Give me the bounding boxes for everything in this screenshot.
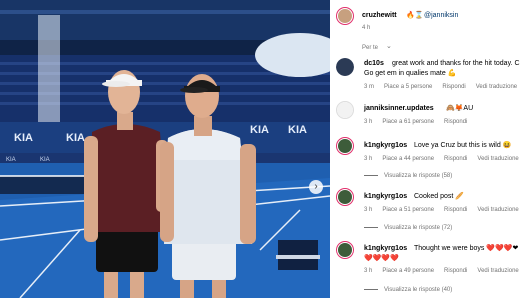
- translate-link[interactable]: Vedi traduzione: [477, 156, 518, 162]
- comment-username[interactable]: janniksinner.updates: [364, 104, 434, 113]
- comment-text: Cooked post 🥖: [414, 193, 464, 200]
- comment-time: 3 h: [364, 156, 373, 162]
- comment-username[interactable]: dc10s: [364, 59, 384, 68]
- chevron-right-icon[interactable]: ›: [309, 180, 323, 194]
- svg-text:KIA: KIA: [250, 124, 269, 136]
- commenter-avatar[interactable]: [336, 101, 354, 119]
- comments-panel: cruzhewitt 🔥⌛ @janniksin 4 h Per te ⌄ dc…: [330, 0, 528, 298]
- comment-username[interactable]: k1ngkyrg1os: [364, 192, 407, 201]
- comment-likes[interactable]: Piace a 61 persone: [382, 119, 434, 125]
- comment-time: 3 h: [364, 119, 373, 125]
- commenter-avatar[interactable]: [336, 188, 354, 206]
- comment-likes[interactable]: Piace a 44 persone: [382, 156, 434, 162]
- post-photo: KIA KIA KIA KIA KIA KIA ›: [0, 0, 330, 298]
- commenter-avatar[interactable]: [336, 58, 354, 76]
- commenter-avatar[interactable]: [336, 137, 354, 155]
- comment-time: 3 m: [364, 84, 375, 90]
- reply-link[interactable]: Rispondi: [444, 156, 467, 162]
- svg-text:KIA: KIA: [40, 157, 50, 163]
- comment-text-continued: ❤️❤️❤️❤️: [364, 255, 399, 262]
- comment-username[interactable]: k1ngkyrg1os: [364, 141, 407, 150]
- commenter-avatar[interactable]: [336, 241, 354, 259]
- chevron-down-icon[interactable]: ⌄: [386, 43, 392, 51]
- comment-meta: 3 m Piace a 5 persone Rispondi Vedi traduzi…: [364, 83, 527, 91]
- comment-text: Love ya Cruz but this is wild 😆: [414, 142, 512, 149]
- comment-likes[interactable]: Piace a 51 persone: [382, 207, 434, 213]
- reply-link[interactable]: Rispondi: [442, 84, 465, 90]
- view-replies-button[interactable]: Visualizza le risposte (40): [364, 286, 452, 294]
- comment-username[interactable]: k1ngkyrg1os: [364, 244, 407, 253]
- svg-text:KIA: KIA: [14, 132, 33, 144]
- comment-meta: 3 h Piace a 49 persone Rispondi Vedi traduz…: [364, 267, 528, 275]
- tennis-court-illustration: KIA KIA KIA KIA KIA KIA: [0, 0, 330, 298]
- comment-text: 🙈🦊AU: [446, 105, 474, 112]
- comment-text-continued: Go get em in qualies mate 💪: [364, 70, 457, 77]
- mention-link[interactable]: @janniksin: [424, 11, 458, 20]
- translation-label: Per te: [362, 45, 379, 51]
- svg-text:KIA: KIA: [6, 157, 16, 163]
- author-badges: 🔥⌛: [406, 12, 424, 19]
- comment-meta: 3 h Piace a 51 persone Rispondi Vedi traduz…: [364, 206, 528, 214]
- view-replies-button[interactable]: Visualizza le risposte (58): [364, 172, 452, 180]
- comment-text: great work and thanks for the hit today.…: [392, 60, 520, 67]
- comment-time: 3 h: [364, 268, 373, 274]
- reply-link[interactable]: Rispondi: [444, 207, 467, 213]
- reply-link[interactable]: Rispondi: [444, 268, 467, 274]
- author-username[interactable]: cruzhewitt: [362, 11, 397, 20]
- translate-link[interactable]: Vedi traduzione: [476, 84, 517, 90]
- comment-meta: 3 h Piace a 61 persone Rispondi: [364, 118, 477, 126]
- translate-link[interactable]: Vedi traduzione: [477, 268, 518, 274]
- comment-meta: 3 h Piace a 44 persone Rispondi Vedi traduz…: [364, 155, 528, 163]
- author-avatar[interactable]: [336, 7, 354, 25]
- post-time: 4 h: [362, 25, 371, 31]
- view-replies-button[interactable]: Visualizza le risposte (72): [364, 224, 452, 232]
- comment-likes[interactable]: Piace a 49 persone: [382, 268, 434, 274]
- comment-likes[interactable]: Piace a 5 persone: [384, 84, 432, 90]
- reply-link[interactable]: Rispondi: [444, 119, 467, 125]
- svg-text:KIA: KIA: [66, 132, 85, 144]
- svg-text:KIA: KIA: [288, 124, 307, 136]
- comment-time: 3 h: [364, 207, 373, 213]
- translate-link[interactable]: Vedi traduzione: [477, 207, 518, 213]
- comment-text: Thought we were boys ❤️❤️❤️❤: [414, 245, 519, 252]
- avatar-fill: [336, 58, 354, 76]
